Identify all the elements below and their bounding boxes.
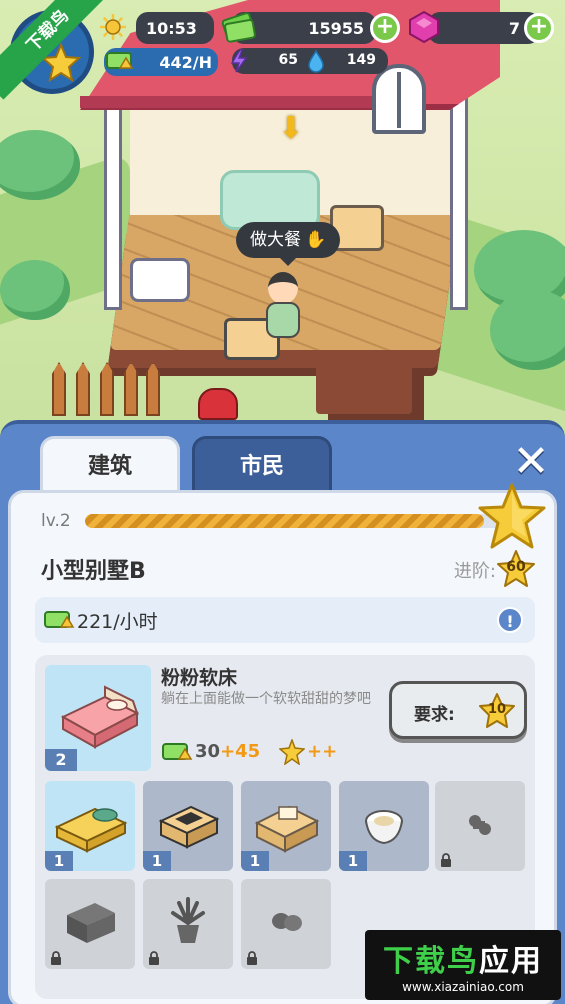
star-icon	[478, 483, 546, 549]
watermark-url: www.xiazainiao.com	[402, 980, 524, 994]
watermark-title: 下载鸟应用	[365, 936, 561, 980]
furniture-slot-locked[interactable]	[241, 879, 331, 969]
muscle-icon: ✋	[305, 230, 327, 250]
gem-text: 7	[508, 19, 520, 38]
tab-building[interactable]: 建筑	[40, 436, 180, 494]
building-card: lv.2 小型别墅B 进阶: 60 221/小时 ! 2 粉粉软床 躺在上面能做…	[8, 483, 557, 1004]
furniture-slot[interactable]: 1	[241, 781, 331, 871]
lock-icon	[247, 951, 257, 965]
furniture-slot[interactable]: 1	[339, 781, 429, 871]
roof-edge	[80, 96, 380, 108]
cash-icon	[162, 743, 193, 760]
slot-count: 1	[45, 851, 73, 871]
furniture-slot-locked[interactable]	[143, 879, 233, 969]
house-pillar	[450, 90, 468, 310]
lock-icon	[441, 853, 451, 867]
house-steps	[316, 360, 412, 414]
featured-item-count: 2	[45, 749, 77, 771]
slot-count: 1	[241, 851, 269, 871]
building-panel: 建筑 市民 ✕ lv.2 小型别墅B 进阶: 60 221/小时 ! 2 粉粉软…	[0, 420, 565, 1004]
star-icon	[279, 739, 305, 765]
furniture-slot[interactable]: 1	[45, 781, 135, 871]
requirement-label: 要求:	[414, 705, 455, 725]
energy-text: 65	[278, 52, 298, 68]
furniture-slot-locked[interactable]	[45, 879, 135, 969]
arrow-down-icon[interactable]: ⬇	[276, 112, 306, 146]
furniture-slot[interactable]: 1	[143, 781, 233, 871]
advance-requirement: 60	[506, 559, 526, 575]
add-gems-button[interactable]: +	[524, 13, 554, 43]
slot-count: 1	[143, 851, 171, 871]
level-label: lv.2	[41, 511, 71, 531]
energy-icon	[230, 49, 248, 73]
lock-icon	[51, 951, 61, 965]
speech-bubble: 做大餐 ✋	[236, 222, 341, 266]
furniture-slot-locked[interactable]	[435, 781, 525, 871]
close-button[interactable]: ✕	[511, 440, 551, 484]
income-text: 221/小时	[77, 611, 158, 633]
requirement-value: 10	[487, 702, 507, 717]
bonus-income: +45	[220, 741, 261, 762]
citizen-character[interactable]	[262, 272, 302, 344]
time-text: 10:53	[146, 19, 197, 38]
income-rate-text: 442/H	[159, 53, 212, 72]
level-progress-bar	[85, 514, 505, 528]
level-row: lv.2	[25, 505, 525, 535]
cash-icon	[44, 611, 75, 628]
roof-window	[372, 64, 426, 134]
watermark-title-left: 下载鸟	[383, 944, 479, 979]
mailbox[interactable]	[198, 388, 238, 420]
sun-icon	[100, 14, 126, 40]
scene-bed[interactable]	[220, 170, 320, 230]
add-cash-button[interactable]: +	[370, 13, 400, 43]
watermark-banner: 下载鸟应用 www.xiazainiao.com	[365, 930, 561, 1000]
featured-item-description: 躺在上面能做一个软软甜甜的梦吧	[161, 691, 371, 707]
base-income: 30	[195, 741, 221, 762]
fence	[52, 352, 162, 416]
advance-label: 进阶:	[453, 561, 496, 582]
building-name: 小型别墅B	[41, 559, 146, 584]
requirement-button[interactable]: 要求: 10	[389, 681, 527, 739]
slot-count: 1	[339, 851, 367, 871]
water-text: 149	[346, 52, 376, 68]
lock-icon	[149, 951, 159, 965]
income-row: 221/小时 !	[35, 597, 535, 643]
scene-toilet[interactable]	[130, 258, 190, 302]
watermark-title-right: 应用	[479, 944, 543, 979]
cash-text: 15955	[308, 19, 364, 38]
featured-item-tile[interactable]: 2	[45, 665, 151, 771]
featured-item-income: 30+45	[195, 741, 260, 762]
house-pillar	[104, 90, 122, 310]
bush	[0, 260, 70, 320]
gem-icon	[409, 10, 439, 44]
level-progress-fill	[85, 514, 484, 528]
cash-icon	[221, 12, 256, 43]
cash-icon	[106, 52, 134, 69]
water-drop-icon	[308, 49, 324, 73]
tab-citizens[interactable]: 市民	[192, 436, 332, 494]
star-bonus: ++	[307, 741, 338, 762]
featured-item-name: 粉粉软床	[161, 667, 238, 689]
speech-text: 做大餐	[250, 230, 301, 250]
info-icon[interactable]: !	[497, 607, 523, 633]
